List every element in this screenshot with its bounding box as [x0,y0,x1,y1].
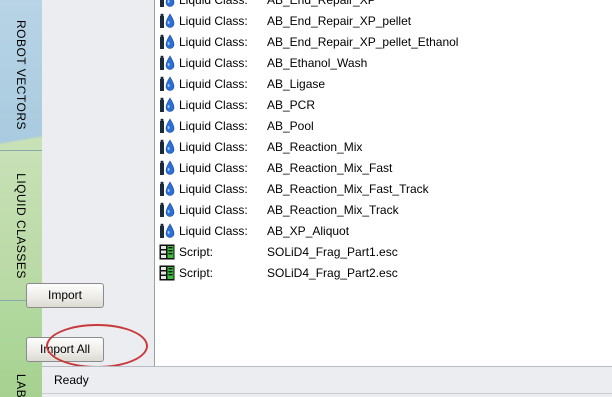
item-name: AB_Ethanol_Wash [267,56,368,70]
liquid-class-icon [160,223,175,238]
item-type: Script: [179,245,214,259]
item-name: AB_PCR [267,98,316,112]
liquid-class-icon [160,181,175,196]
item-name: AB_Reaction_Mix_Fast [267,161,393,175]
item-type: Liquid Class: [179,119,248,133]
item-name: AB_XP_Aliquot [267,224,350,238]
liquid-class-icon [160,55,175,70]
status-bar: Ready [42,366,612,397]
import-button[interactable]: Import [26,283,104,308]
liquid-class-icon [160,13,175,28]
item-name: AB_End_Repair_XP [267,0,376,7]
item-name: AB_Ligase [267,77,326,91]
item-type: Liquid Class: [179,182,248,196]
import-all-button[interactable]: Import All [26,337,104,362]
liquid-class-icon [160,76,175,91]
item-name: AB_Reaction_Mix_Fast_Track [267,182,429,196]
status-text: Ready [54,373,89,387]
item-type: Liquid Class: [179,161,248,175]
tab-liquid-classes-label: LIQUID CLASSES [14,173,28,279]
item-type: Liquid Class: [179,56,248,70]
item-name: AB_End_Repair_XP_pellet [267,14,412,28]
item-name: AB_Reaction_Mix [267,140,363,154]
item-type: Liquid Class: [179,0,248,7]
item-name: SOLiD4_Frag_Part2.esc [267,266,398,280]
item-type: Liquid Class: [179,224,248,238]
script-icon [159,265,175,281]
item-type: Liquid Class: [179,140,248,154]
tab-robot-vectors-label: ROBOT VECTORS [14,19,28,131]
liquid-class-icon [160,139,175,154]
item-name: AB_Reaction_Mix_Track [267,203,399,217]
item-type: Liquid Class: [179,35,248,49]
liquid-class-icon [160,0,175,7]
tab-lab-label: LAB [14,373,28,397]
item-name: SOLiD4_Frag_Part1.esc [267,245,398,259]
liquid-class-icon [160,34,175,49]
item-type: Liquid Class: [179,14,248,28]
item-type: Script: [179,266,214,280]
button-panel [42,0,155,366]
liquid-class-icon [160,160,175,175]
import-item-list[interactable]: Liquid Class: AB_End_Repair_XP Liquid Clas… [155,0,612,366]
item-name: AB_End_Repair_XP_pellet_Ethanol [267,35,459,49]
liquid-class-icon [160,97,175,112]
tab-liquid-classes[interactable]: LIQUID CLASSES [0,150,43,301]
status-divider [42,393,612,394]
item-type: Liquid Class: [179,203,248,217]
tab-robot-vectors[interactable]: ROBOT VECTORS [0,0,43,150]
item-type: Liquid Class: [179,98,248,112]
liquid-class-icon [160,202,175,217]
item-name: AB_Pool [267,119,314,133]
liquid-class-icon [160,118,175,133]
script-icon [159,244,175,260]
item-type: Liquid Class: [179,77,248,91]
